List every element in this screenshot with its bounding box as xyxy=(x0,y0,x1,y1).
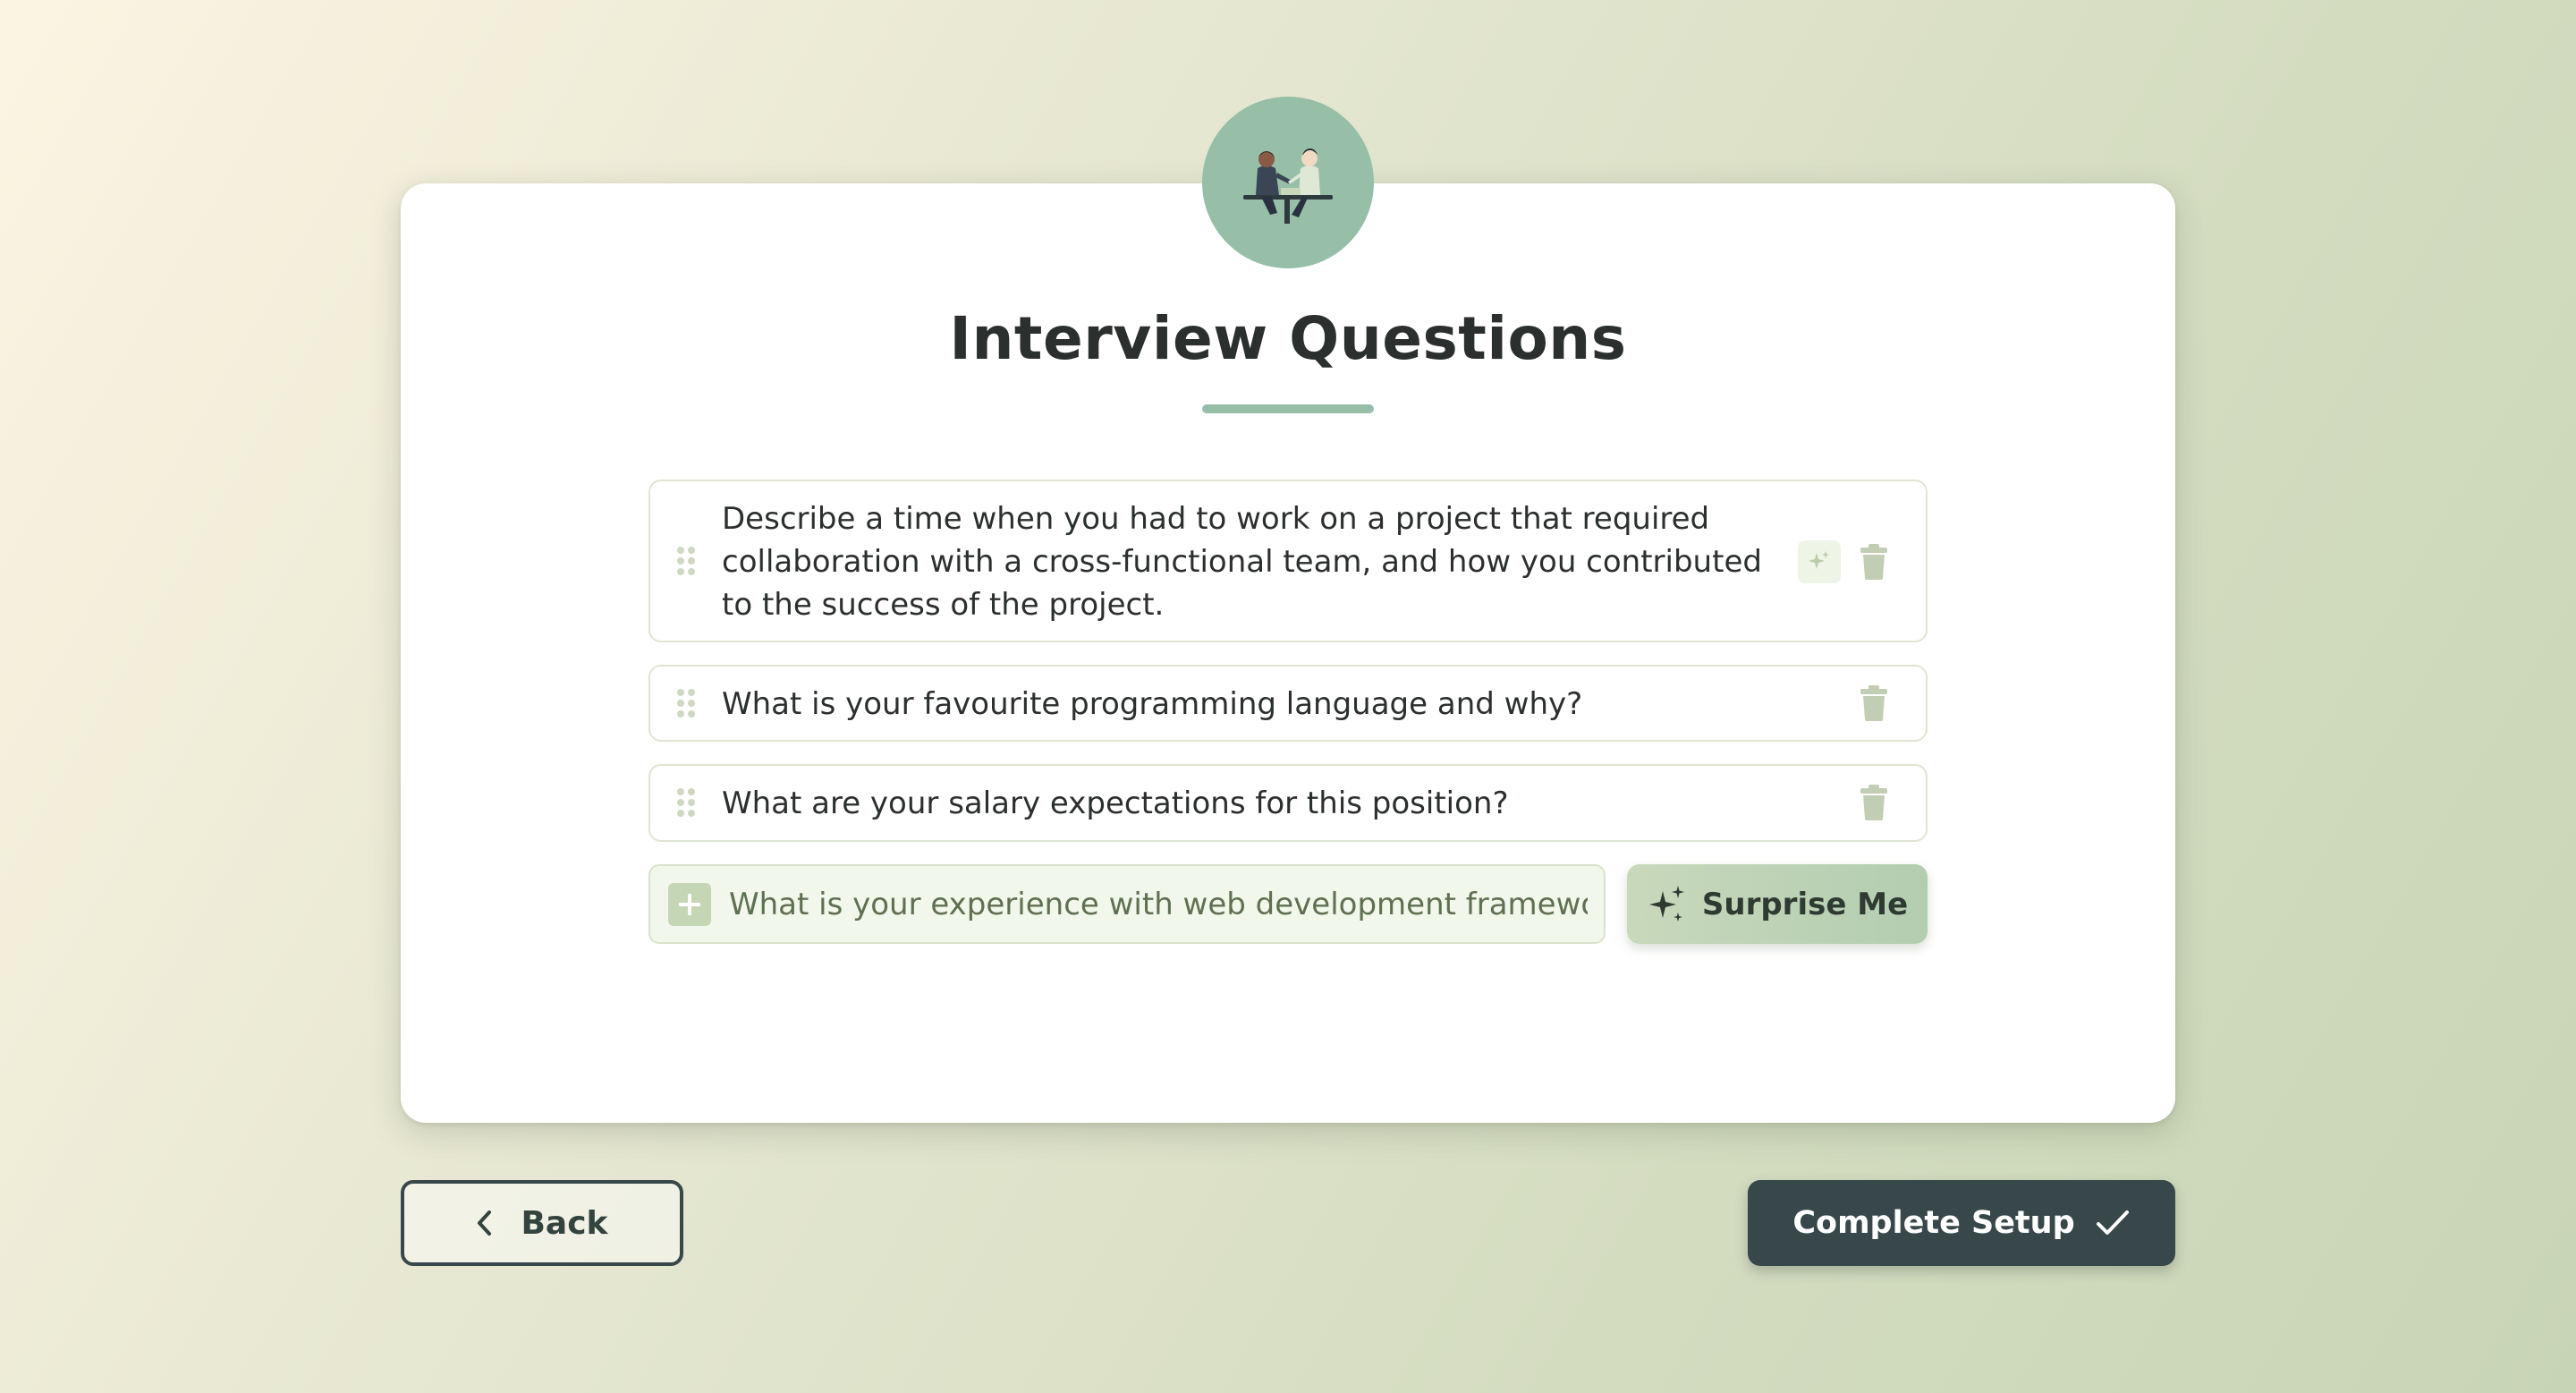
trash-icon[interactable] xyxy=(1860,685,1888,721)
page-title: Interview Questions xyxy=(949,304,1627,373)
sparkle-icon xyxy=(1809,551,1829,569)
title-underline xyxy=(1202,404,1374,413)
back-button[interactable]: Back xyxy=(401,1180,683,1266)
trash-icon[interactable] xyxy=(1860,544,1888,580)
complete-setup-button[interactable]: Complete Setup xyxy=(1748,1180,2175,1266)
question-text[interactable]: What is your favourite programming langu… xyxy=(722,683,1582,726)
chevron-left-icon xyxy=(478,1210,492,1236)
surprise-me-button[interactable]: Surprise Me xyxy=(1627,864,1928,944)
new-question-field[interactable] xyxy=(648,864,1606,944)
drag-handle-icon[interactable] xyxy=(676,787,696,818)
question-item[interactable]: Describe a time when you had to work on … xyxy=(648,480,1928,642)
new-question-input[interactable] xyxy=(727,866,1589,943)
surprise-me-label: Surprise Me xyxy=(1701,886,1909,922)
question-text[interactable]: What are your salary expectations for th… xyxy=(722,782,1509,825)
plus-icon[interactable] xyxy=(668,883,711,926)
question-text[interactable]: Describe a time when you had to work on … xyxy=(722,497,1795,626)
drag-handle-icon[interactable] xyxy=(676,688,696,718)
question-item[interactable]: What is your favourite programming langu… xyxy=(648,665,1928,742)
drag-handle-icon[interactable] xyxy=(676,546,696,576)
trash-icon[interactable] xyxy=(1860,785,1888,820)
back-label: Back xyxy=(521,1204,608,1242)
checkmark-icon xyxy=(2096,1210,2129,1235)
sparkle-icon xyxy=(1648,885,1684,922)
complete-setup-label: Complete Setup xyxy=(1792,1205,2075,1241)
question-item[interactable]: What are your salary expectations for th… xyxy=(648,764,1928,842)
ai-rewrite-button[interactable] xyxy=(1798,540,1841,583)
handshake-illustration-icon xyxy=(1202,97,1374,268)
